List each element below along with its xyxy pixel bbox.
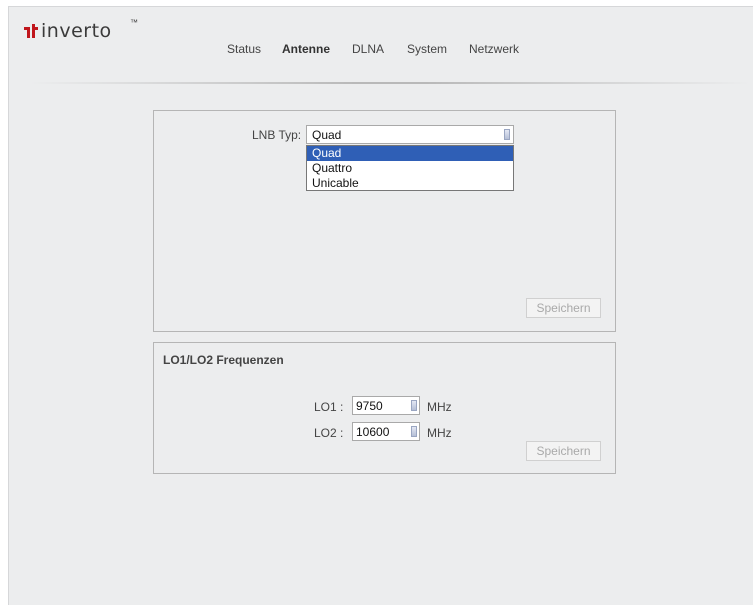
logo-trademark: ™ [130, 18, 138, 27]
lo1-spinner-icon[interactable] [411, 400, 417, 411]
lo2-unit: MHz [427, 426, 452, 440]
lo2-spinner-icon[interactable] [411, 426, 417, 437]
lo1-label: LO1 : [314, 400, 344, 414]
lnb-type-dropdown-list: Quad Quattro Unicable [306, 145, 514, 191]
lnb-type-label: LNB Typ: [252, 128, 302, 142]
nav-dlna[interactable]: DLNA [352, 42, 384, 56]
inverto-logo-icon [24, 24, 38, 38]
lnb-type-value: Quad [312, 128, 342, 142]
lo-panel-title: LO1/LO2 Frequenzen [163, 353, 284, 367]
lo1-value: 9750 [356, 399, 383, 413]
header-divider [30, 82, 750, 84]
lnb-type-select[interactable]: Quad [306, 125, 514, 144]
lo2-input[interactable]: 10600 [352, 422, 420, 441]
nav-status[interactable]: Status [227, 42, 261, 56]
nav-system[interactable]: System [407, 42, 447, 56]
lnb-option-unicable[interactable]: Unicable [307, 176, 513, 191]
nav-netzwerk[interactable]: Netzwerk [469, 42, 519, 56]
lnb-option-quad[interactable]: Quad [307, 146, 513, 161]
lo2-value: 10600 [356, 425, 390, 439]
logo-wordmark: inverto [41, 20, 112, 42]
lnb-option-quattro[interactable]: Quattro [307, 161, 513, 176]
lnb-save-button[interactable]: Speichern [526, 298, 601, 318]
lo2-label: LO2 : [314, 426, 344, 440]
nav-antenne[interactable]: Antenne [282, 42, 330, 56]
lo-save-button[interactable]: Speichern [526, 441, 601, 461]
lo1-input[interactable]: 9750 [352, 396, 420, 415]
lo1-unit: MHz [427, 400, 452, 414]
dropdown-arrow-icon[interactable] [504, 129, 510, 140]
